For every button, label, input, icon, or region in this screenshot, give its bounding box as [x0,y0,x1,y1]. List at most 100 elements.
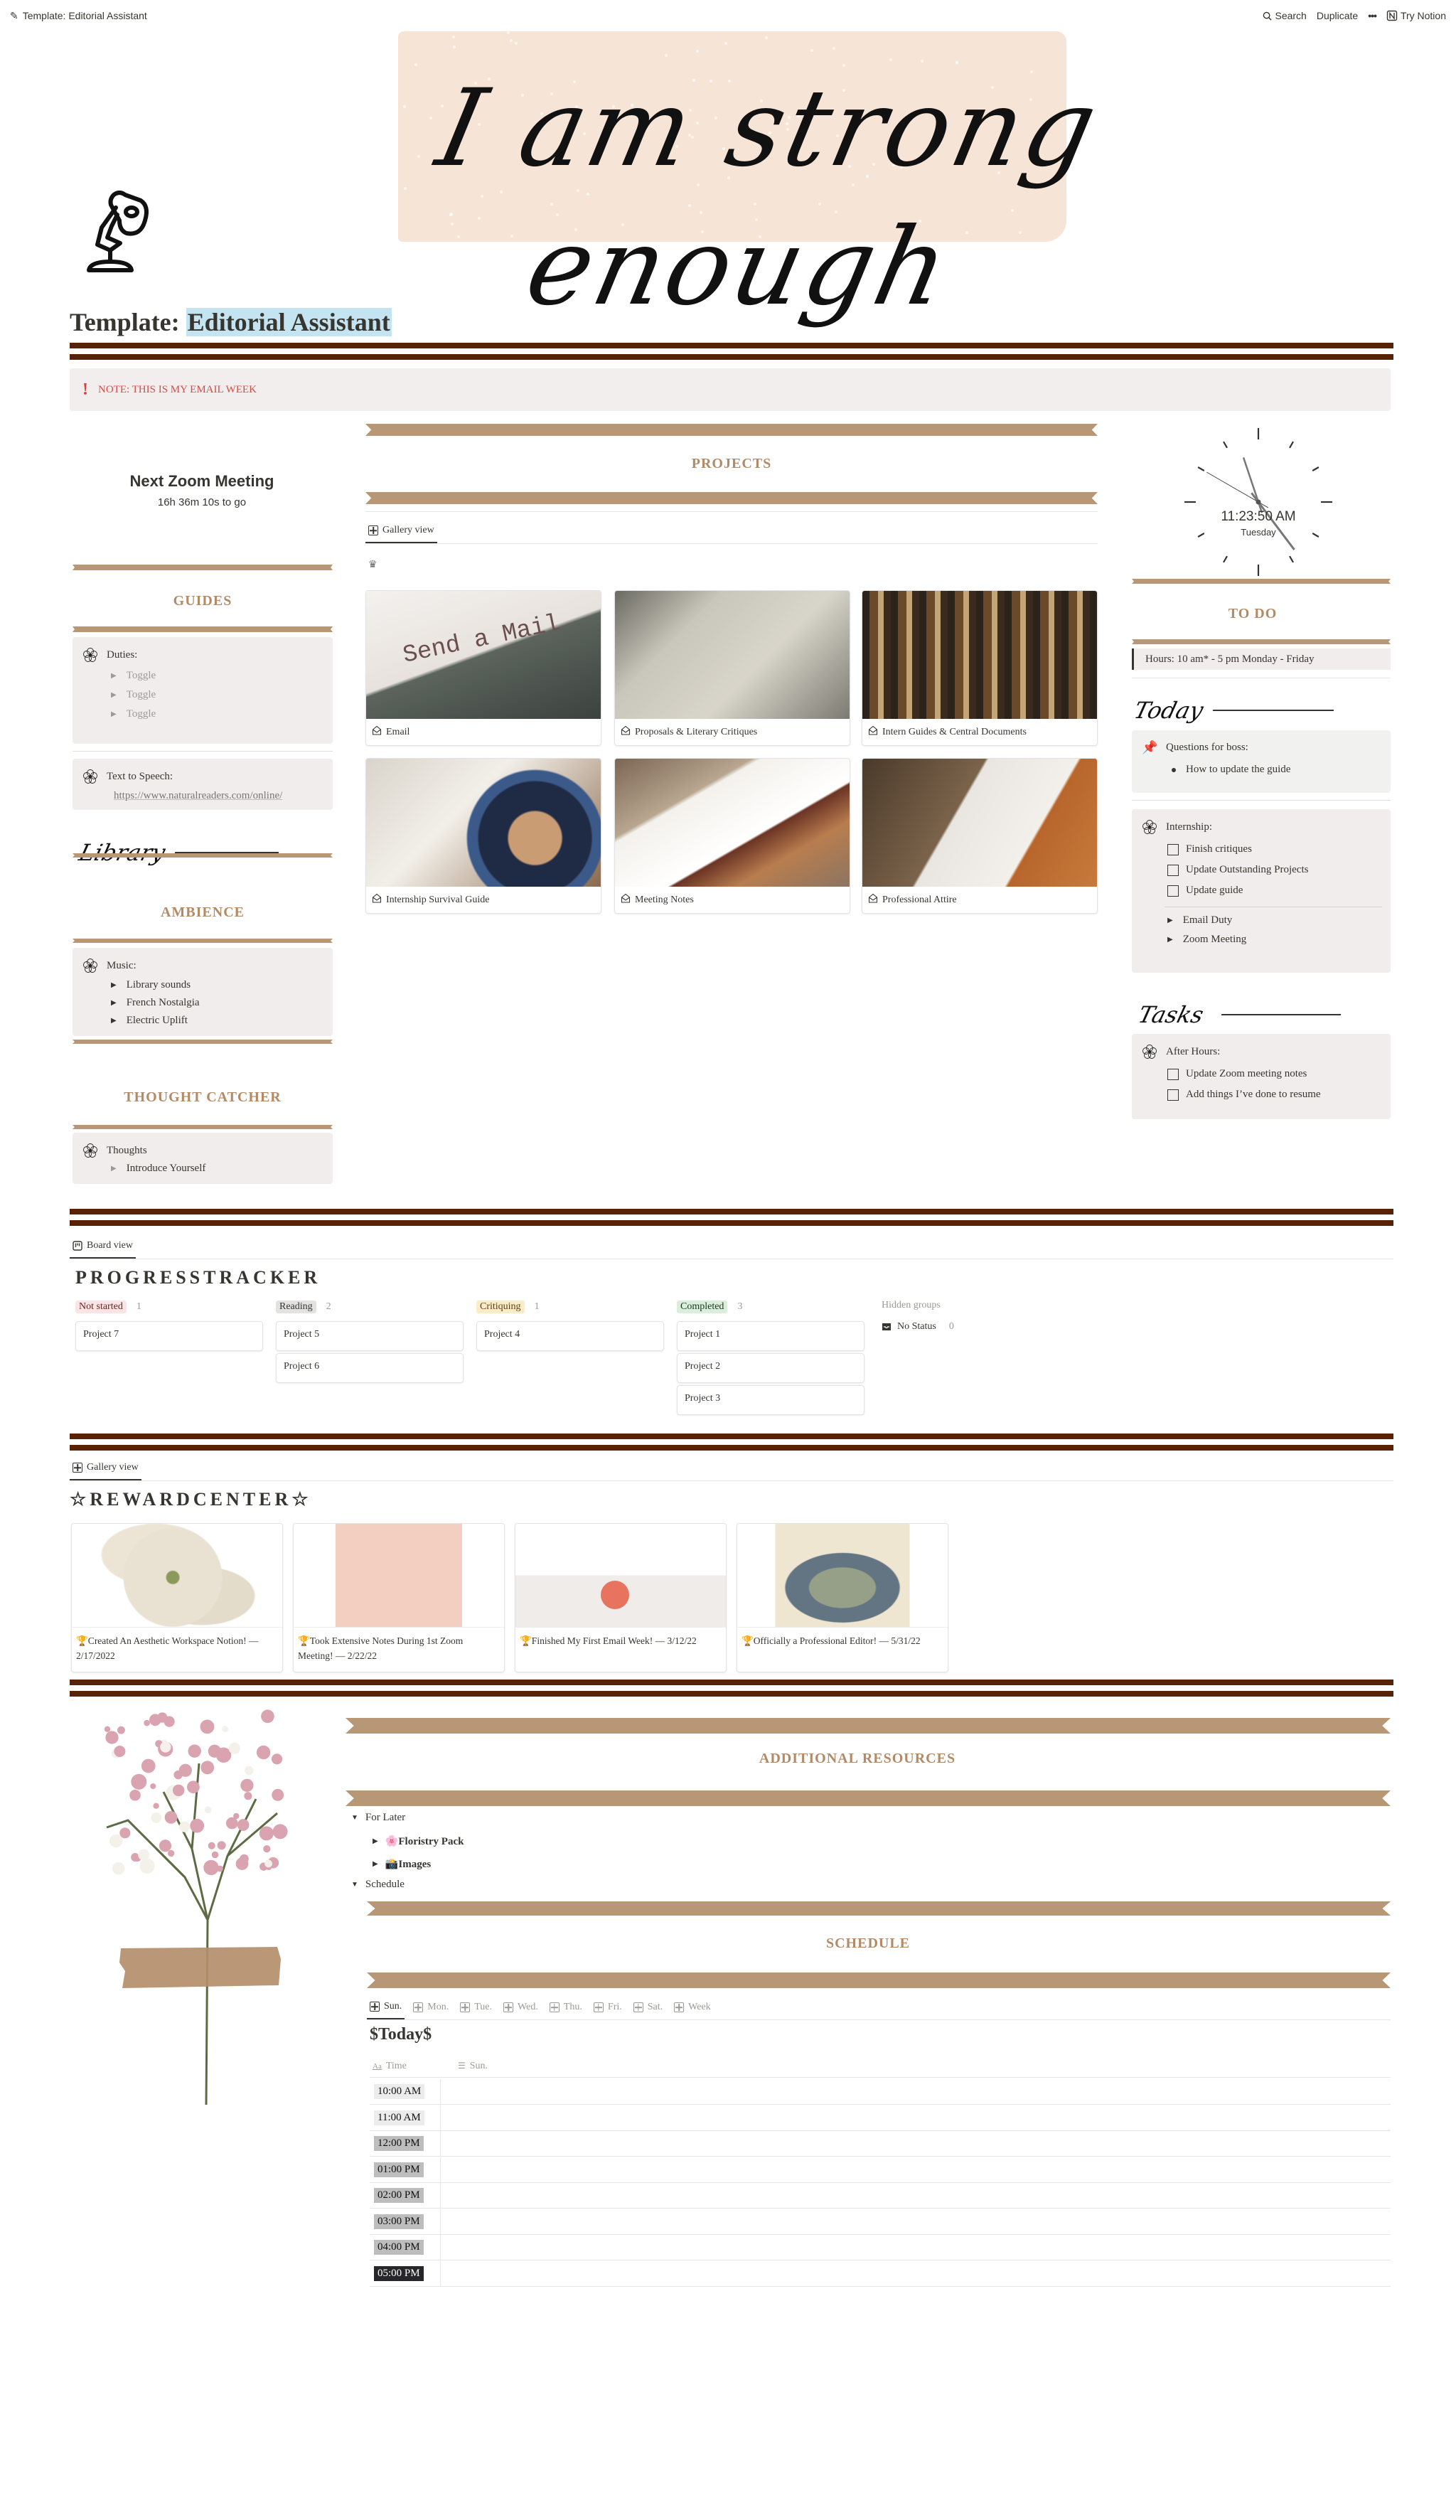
schedule-toggle[interactable]: ▼ Schedule [351,1879,405,1891]
project-card[interactable]: Intern Guides & Central Documents [862,590,1098,746]
time-cell[interactable]: 10:00 AM [370,2079,441,2104]
images-toggle[interactable]: ▶ 📸Images [373,1857,431,1871]
tab-board-view[interactable]: Board view [70,1236,136,1259]
duplicate-button[interactable]: Duplicate [1317,10,1358,21]
page-link[interactable]: 📸Images [385,1857,432,1871]
checkbox[interactable] [1167,885,1179,897]
day-cell[interactable] [441,2235,1391,2260]
tab-schedule-day[interactable]: Week [671,1997,714,2019]
search-button[interactable]: Search [1263,10,1307,21]
reward-card[interactable]: 🏆Finished My First Email Week! — 3/12/22 [515,1523,727,1672]
board-column-header[interactable]: Completed 3 [677,1300,864,1314]
music-toggle[interactable]: ▶ French Nostalgia [111,997,323,1009]
ribbon-divider [367,1901,1391,1916]
board-card[interactable]: Project 4 [476,1321,664,1351]
checkbox[interactable] [1167,1068,1179,1080]
project-card[interactable]: Internship Survival Guide [365,758,601,914]
breadcrumb-page-name[interactable]: Template: Editorial Assistant [23,10,147,21]
toggle-item[interactable]: ▶ Toggle [111,689,323,701]
board-card[interactable]: Project 7 [75,1321,263,1351]
board-card[interactable]: Project 1 [677,1321,864,1351]
table-row: 02:00 PM [370,2183,1391,2209]
project-card[interactable]: Meeting Notes [614,758,850,914]
col-header-time[interactable]: Aa Time [370,2061,441,2072]
toggle-triangle-icon[interactable]: ▶ [1167,936,1173,944]
checkbox[interactable] [1167,1089,1179,1101]
toggle-item[interactable]: ▶ Toggle [111,670,323,682]
time-cell[interactable]: 03:00 PM [370,2209,441,2234]
tab-schedule-day[interactable]: Thu. [547,1997,585,2019]
internship-toggle[interactable]: ▶ Zoom Meeting [1167,934,1381,946]
toggle-triangle-icon[interactable]: ▶ [373,1860,378,1868]
checkbox[interactable] [1167,843,1179,855]
breadcrumb[interactable]: ✎ Template: Editorial Assistant [10,10,147,22]
board-card[interactable]: Project 6 [276,1353,464,1383]
project-cover-image [615,759,850,887]
board-card[interactable]: Project 3 [677,1385,864,1415]
no-status-group[interactable]: No Status 0 [882,1321,954,1333]
board-column-header[interactable]: Reading 2 [276,1300,464,1314]
tab-gallery-view[interactable]: Gallery view [365,520,437,543]
time-cell[interactable]: 01:00 PM [370,2157,441,2182]
clock-center [1256,499,1261,505]
time-cell[interactable]: 02:00 PM [370,2183,441,2208]
tab-schedule-day[interactable]: Fri. [591,1997,625,2019]
time-cell[interactable]: 04:00 PM [370,2235,441,2260]
ribbon-divider [367,1972,1391,1988]
checkbox[interactable] [1167,864,1179,876]
for-later-toggle[interactable]: ▼ For Later [351,1812,405,1824]
tab-schedule-day[interactable]: Wed. [500,1997,541,2019]
day-cell[interactable] [441,2209,1391,2234]
day-cell[interactable] [441,2131,1391,2156]
time-cell[interactable]: 11:00 AM [370,2105,441,2130]
music-toggle[interactable]: ▶ Electric Uplift [111,1015,323,1027]
toggle-triangle-icon[interactable]: ▶ [111,999,117,1007]
reward-card[interactable]: 🏆Took Extensive Notes During 1st Zoom Me… [293,1523,505,1672]
toggle-open-icon[interactable]: ▼ [351,1814,358,1822]
floristry-pack-toggle[interactable]: ▶ 🌸Floristry Pack [373,1835,464,1848]
tab-schedule-day[interactable]: Mon. [410,1997,451,2019]
time-cell[interactable]: 12:00 PM [370,2131,441,2156]
tab-schedule-day[interactable]: Tue. [457,1997,495,2019]
tab-schedule-day[interactable]: Sun. [367,1997,405,2019]
toggle-triangle-icon[interactable]: ▶ [1167,917,1173,924]
toggle-item[interactable]: ▶ Toggle [111,708,323,720]
board-card[interactable]: Project 2 [677,1353,864,1383]
ribbon-divider [73,1040,333,1044]
paint-speck [453,45,456,48]
board-column-header[interactable]: Not started 1 [75,1300,263,1314]
toggle-triangle-icon[interactable]: ▶ [111,981,117,989]
day-cell[interactable] [441,2079,1391,2104]
project-card[interactable]: Professional Attire [862,758,1098,914]
toggle-label: Toggle [126,670,156,681]
tab-gallery-view[interactable]: Gallery view [70,1458,141,1480]
envelope-icon [372,725,382,739]
more-options-button[interactable]: ••• [1368,10,1377,21]
board-card[interactable]: Project 5 [276,1321,464,1351]
reward-card[interactable]: 🏆Officially a Professional Editor! — 5/3… [737,1523,948,1672]
tts-link[interactable]: https://www.naturalreaders.com/online/ [114,790,323,802]
internship-toggle[interactable]: ▶ Email Duty [1167,914,1381,927]
day-cell[interactable] [441,2183,1391,2208]
try-notion-button[interactable]: Try Notion [1386,10,1446,21]
tab-schedule-day[interactable]: Sat. [631,1997,665,2019]
day-cell[interactable] [441,2261,1391,2286]
toggle-triangle-icon[interactable]: ▶ [111,1165,117,1173]
toggle-triangle-icon[interactable]: ▶ [111,691,117,699]
toggle-triangle-icon[interactable]: ▶ [111,1017,117,1025]
toggle-triangle-icon[interactable]: ▶ [111,672,117,680]
board-column-header[interactable]: Critiquing 1 [476,1300,664,1314]
col-header-day[interactable]: ☰ Sun. [455,2061,488,2072]
thoughts-toggle[interactable]: ▶ Introduce Yourself [111,1163,323,1175]
page-link[interactable]: 🌸Floristry Pack [385,1835,464,1848]
toggle-open-icon[interactable]: ▼ [351,1881,358,1889]
project-card[interactable]: Proposals & Literary Critiques [614,590,850,746]
music-toggle[interactable]: ▶ Library sounds [111,979,323,991]
time-cell[interactable]: 05:00 PM [370,2260,441,2286]
day-cell[interactable] [441,2157,1391,2182]
toggle-triangle-icon[interactable]: ▶ [111,710,117,718]
toggle-triangle-icon[interactable]: ▶ [373,1837,378,1845]
project-card[interactable]: Send a Mail Email [365,590,601,746]
day-cell[interactable] [441,2105,1391,2130]
reward-card[interactable]: 🏆Created An Aesthetic Workspace Notion! … [71,1523,283,1672]
